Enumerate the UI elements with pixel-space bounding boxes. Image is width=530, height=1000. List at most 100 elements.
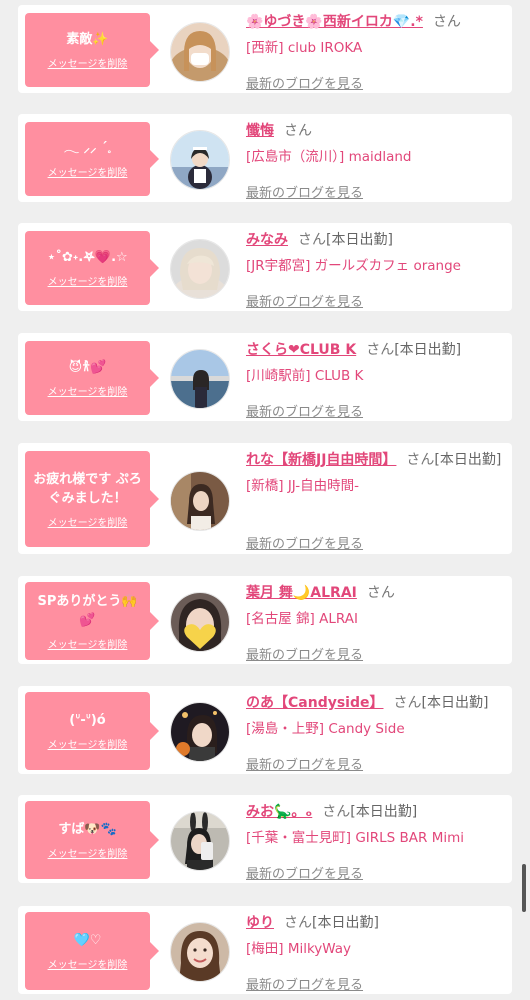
message-text: 𓂃 ⸝⸝ ˊ𓈒 <box>63 141 112 156</box>
delete-message-link[interactable]: メッセージを削除 <box>48 273 128 288</box>
message-card: 😈𐀪💕 メッセージを削除 さくら❤CLUB K さん[本日出勤] [川崎駅前] C… <box>18 333 512 421</box>
honorific: さん <box>298 232 326 248</box>
message-bubble: SPありがとう🙌💕 メッセージを削除 <box>25 582 159 660</box>
delete-message-link[interactable]: メッセージを削除 <box>48 383 128 398</box>
latest-blog-link[interactable]: 最新のブログを見る <box>246 644 363 663</box>
honorific: さん <box>366 342 395 358</box>
portrait-heart-image <box>171 593 229 651</box>
girl-info: 🌸ゆづき🌸西新イロカ💎.* さん [西新] club IROKA 最新のブログを見… <box>246 11 508 92</box>
girl-info: みお🦕。ₒ さん[本日出勤] [千葉・富士見町] GIRLS BAR Mimi 最… <box>246 801 508 882</box>
delete-message-link[interactable]: メッセージを削除 <box>48 164 128 179</box>
shop-name: [名古屋 錦] ALRAI <box>246 611 358 627</box>
delete-message-link[interactable]: メッセージを削除 <box>48 845 128 860</box>
shop-name: [西新] club IROKA <box>246 40 363 56</box>
girl-name-link[interactable]: みお🦕。ₒ <box>246 804 312 820</box>
avatar[interactable] <box>170 22 230 82</box>
latest-blog-link[interactable]: 最新のブログを見る <box>246 291 363 310</box>
portrait-smile-image <box>171 923 229 981</box>
attendance-status: [本日出勤] <box>326 232 393 248</box>
shop-name: [川崎駅前] CLUB K <box>246 368 364 384</box>
delete-message-link[interactable]: メッセージを削除 <box>48 636 128 651</box>
message-bubble: すば🐶🐾 メッセージを削除 <box>25 801 159 879</box>
portrait-blonde-image <box>171 240 229 298</box>
girl-name-link[interactable]: さくら❤CLUB K <box>246 342 356 358</box>
message-text: SPありがとう🙌💕 <box>37 593 138 628</box>
delete-message-link[interactable]: メッセージを削除 <box>48 956 128 971</box>
latest-blog-link[interactable]: 最新のブログを見る <box>246 974 363 993</box>
message-card: すば🐶🐾 メッセージを削除 みお🦕。ₒ さん[本日出勤] [千葉・富士見町] GI… <box>18 795 512 883</box>
message-card: 素敵✨ メッセージを削除 🌸ゆづき🌸西新イロカ💎.* さん [西新] club I… <box>18 5 512 93</box>
avatar[interactable] <box>170 130 230 190</box>
portrait-halloween-image <box>171 703 229 761</box>
portrait-indoor-image <box>171 472 229 530</box>
girl-info: ゆり さん[本日出勤] [梅田] MilkyWay 最新のブログを見る <box>246 912 508 993</box>
message-text: 😈𐀪💕 <box>68 360 107 375</box>
delete-message-link[interactable]: メッセージを削除 <box>48 736 128 751</box>
delete-message-link[interactable]: メッセージを削除 <box>48 55 128 70</box>
message-text: ⋆˚✿˖.𖤐💗.☆ <box>47 250 128 265</box>
honorific: さん <box>406 452 435 468</box>
message-bubble: 素敵✨ メッセージを削除 <box>25 13 159 87</box>
latest-blog-link[interactable]: 最新のブログを見る <box>246 182 363 201</box>
message-text: 素敵✨ <box>66 32 109 47</box>
girl-info: のあ【Candyside】 さん[本日出勤] [湯島・上野] Candy Side… <box>246 692 508 773</box>
girl-info: みなみ さん[本日出勤] [JR宇都宮] ガールズカフェ orange 最新のブロ… <box>246 229 508 310</box>
message-text: 🩵♡ <box>73 933 102 948</box>
shop-name: [広島市（流川）] maidland <box>246 149 412 165</box>
girl-name-link[interactable]: みなみ <box>246 232 288 248</box>
avatar[interactable] <box>170 349 230 409</box>
shop-name: [千葉・富士見町] GIRLS BAR Mimi <box>246 830 464 846</box>
message-bubble: 😈𐀪💕 メッセージを削除 <box>25 341 159 415</box>
message-bubble: (ᐡ-ᐡ)ó メッセージを削除 <box>25 692 159 770</box>
girl-name-link[interactable]: 懺悔 <box>246 123 274 139</box>
avatar[interactable] <box>170 811 230 871</box>
attendance-status: [本日出勤] <box>350 804 418 820</box>
girl-name-link[interactable]: れな【新橋JJ自由時間】 <box>246 452 396 468</box>
attendance-status: [本日出勤] <box>421 695 489 711</box>
girl-name-link[interactable]: 葉月 舞🌙ALRAI <box>246 585 357 601</box>
avatar[interactable] <box>170 922 230 982</box>
honorific: さん <box>284 915 312 931</box>
message-bubble: 🩵♡ メッセージを削除 <box>25 912 159 990</box>
attendance-status: [本日出勤] <box>394 342 462 358</box>
girl-name-link[interactable]: 🌸ゆづき🌸西新イロカ💎.* <box>246 14 423 30</box>
message-card: お疲れ様です ぷろぐみました！ メッセージを削除 れな【新橋JJ自由時間】 さん[… <box>18 443 512 554</box>
honorific: さん <box>284 123 312 139</box>
portrait-maid-image <box>171 131 229 189</box>
honorific: さん <box>393 695 422 711</box>
latest-blog-link[interactable]: 最新のブログを見る <box>246 533 363 552</box>
shop-name: [梅田] MilkyWay <box>246 941 352 957</box>
message-bubble: ⋆˚✿˖.𖤐💗.☆ メッセージを削除 <box>25 231 159 305</box>
message-card: SPありがとう🙌💕 メッセージを削除 葉月 舞🌙ALRAI さん [名古屋 錦] … <box>18 576 512 664</box>
message-text: すば🐶🐾 <box>58 822 117 837</box>
girl-name-link[interactable]: のあ【Candyside】 <box>246 695 383 711</box>
portrait-outdoor-image <box>171 350 229 408</box>
scrollbar[interactable] <box>522 864 526 912</box>
message-card: 𓂃 ⸝⸝ ˊ𓈒 メッセージを削除 懺悔 さん [広島市（流川）] maidland… <box>18 114 512 202</box>
avatar[interactable] <box>170 592 230 652</box>
girl-info: 懺悔 さん [広島市（流川）] maidland 最新のブログを見る <box>246 120 508 201</box>
latest-blog-link[interactable]: 最新のブログを見る <box>246 863 363 882</box>
avatar[interactable] <box>170 702 230 762</box>
message-text: お疲れ様です ぷろぐみました！ <box>33 471 142 506</box>
latest-blog-link[interactable]: 最新のブログを見る <box>246 754 363 773</box>
honorific: さん <box>322 804 351 820</box>
avatar[interactable] <box>170 471 230 531</box>
latest-blog-link[interactable]: 最新のブログを見る <box>246 401 363 420</box>
portrait-woman-mask-image <box>171 23 229 81</box>
latest-blog-link[interactable]: 最新のブログを見る <box>246 73 363 92</box>
message-text: (ᐡ-ᐡ)ó <box>69 713 106 728</box>
message-bubble: お疲れ様です ぷろぐみました！ メッセージを削除 <box>25 451 159 547</box>
shop-name: [湯島・上野] Candy Side <box>246 721 405 737</box>
honorific: さん <box>432 14 461 30</box>
delete-message-link[interactable]: メッセージを削除 <box>48 514 128 529</box>
avatar[interactable] <box>170 239 230 299</box>
girl-info: 葉月 舞🌙ALRAI さん [名古屋 錦] ALRAI 最新のブログを見る <box>246 582 508 663</box>
message-card: (ᐡ-ᐡ)ó メッセージを削除 のあ【Candyside】 さん[本日出勤] [湯… <box>18 686 512 774</box>
attendance-status: [本日出勤] <box>434 452 502 468</box>
message-card: ⋆˚✿˖.𖤐💗.☆ メッセージを削除 みなみ さん[本日出勤] [JR宇都宮] ガ… <box>18 223 512 311</box>
shop-name: [JR宇都宮] ガールズカフェ orange <box>246 258 461 274</box>
girl-name-link[interactable]: ゆり <box>246 915 274 931</box>
girl-info: れな【新橋JJ自由時間】 さん[本日出勤] [新橋] JJ-自由時間- 最新のブロ… <box>246 449 508 552</box>
shop-name: [新橋] JJ-自由時間- <box>246 478 360 494</box>
